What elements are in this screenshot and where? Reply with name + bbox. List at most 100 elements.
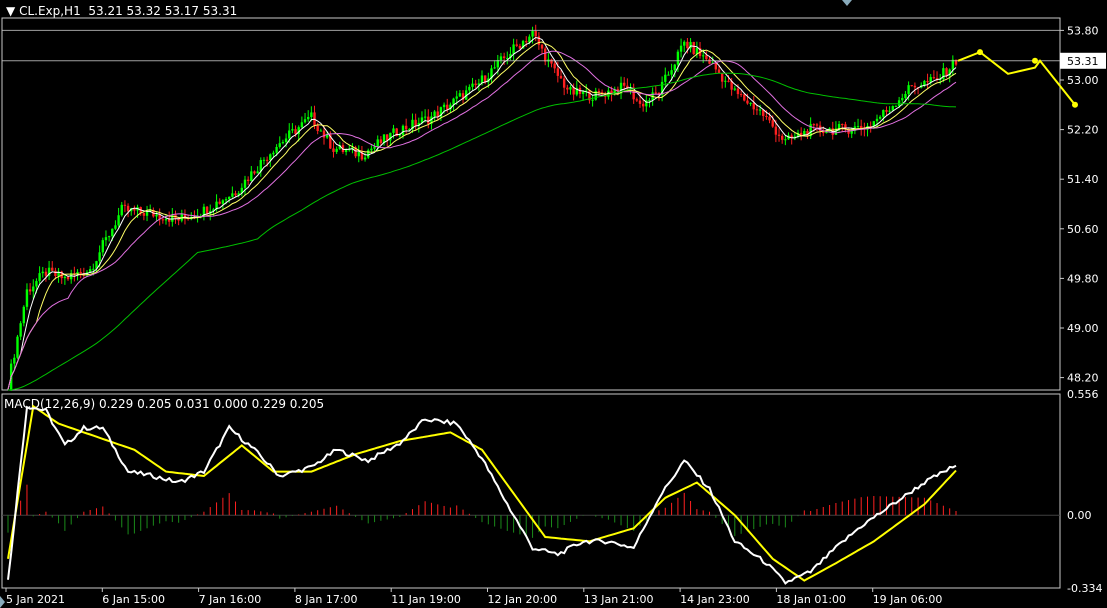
- price-tick-label: 53.00: [1067, 74, 1099, 87]
- moving-average-line: [7, 36, 957, 390]
- time-tick-label: 19 Jan 06:00: [873, 593, 943, 606]
- candle-body: [164, 218, 168, 221]
- price-tick-label: 50.60: [1067, 223, 1099, 236]
- candle-body: [114, 225, 117, 229]
- candle-body: [781, 135, 784, 140]
- candle-body: [357, 152, 360, 157]
- candle-body: [502, 56, 506, 59]
- candle-body: [250, 171, 253, 181]
- shift-marker-icon: [842, 0, 852, 6]
- candle-body: [904, 93, 907, 99]
- candle-body: [471, 83, 474, 87]
- candle-body: [256, 171, 259, 174]
- candle-body: [38, 273, 41, 282]
- candle-body: [161, 219, 165, 221]
- candle-body: [559, 75, 563, 79]
- candle-body: [104, 237, 108, 241]
- candle-body: [278, 143, 281, 147]
- candle-body: [404, 125, 408, 130]
- candle-body: [841, 124, 844, 126]
- candle-body: [932, 77, 936, 79]
- candle-body: [319, 130, 323, 132]
- candle-body: [218, 201, 221, 204]
- price-tick-label: 53.80: [1067, 24, 1099, 37]
- candle-body: [765, 116, 768, 118]
- macd-signal-line: [7, 404, 957, 582]
- candle-body: [837, 124, 841, 129]
- candle-body: [44, 271, 48, 276]
- candle-body: [243, 179, 247, 188]
- candle-body: [88, 269, 92, 273]
- macd-tick-label: -0.334: [1067, 582, 1102, 595]
- candle-body: [228, 196, 231, 200]
- candle-body: [755, 109, 759, 111]
- candle-body: [913, 85, 917, 88]
- candle-body: [442, 104, 446, 108]
- candle-body: [107, 236, 111, 238]
- time-tick-label: 8 Jan 17:00: [295, 593, 358, 606]
- candle-body: [664, 74, 667, 82]
- candle-body: [525, 41, 528, 43]
- candle-body: [269, 154, 272, 161]
- candle-body: [717, 69, 721, 74]
- candle-body: [35, 281, 38, 287]
- price-tick-label: 52.20: [1067, 124, 1099, 137]
- candle-body: [19, 323, 22, 337]
- candle-body: [231, 193, 234, 197]
- candle-body: [702, 55, 705, 57]
- candle-body: [667, 74, 670, 76]
- candle-body: [758, 109, 762, 111]
- candle-body: [401, 125, 405, 136]
- candle-body: [117, 215, 120, 226]
- candle-body: [856, 125, 860, 127]
- candle-body: [376, 139, 379, 147]
- candle-body: [692, 41, 695, 55]
- candle-body: [332, 148, 335, 152]
- candle-body: [512, 44, 515, 54]
- candle-body: [945, 68, 948, 76]
- candle-body: [25, 289, 29, 307]
- candle-body: [670, 70, 673, 75]
- candle-body: [480, 75, 484, 84]
- candle-body: [265, 159, 269, 161]
- price-tick-label: 49.80: [1067, 272, 1099, 285]
- candle-body: [724, 80, 727, 82]
- candle-body: [878, 116, 882, 119]
- candle-body: [474, 83, 477, 86]
- candle-body: [423, 116, 427, 118]
- candle-body: [111, 228, 114, 237]
- candle-body: [550, 59, 553, 64]
- candle-body: [705, 55, 708, 60]
- candle-body: [272, 152, 275, 155]
- candle-body: [777, 134, 781, 136]
- candle-body: [316, 125, 319, 132]
- candle-body: [120, 204, 123, 216]
- candle-body: [155, 214, 158, 217]
- candle-body: [774, 126, 778, 135]
- candle-body: [392, 128, 395, 133]
- candle-body: [648, 100, 651, 102]
- time-tick-label: 6 Jan 15:00: [102, 593, 165, 606]
- candle-body: [686, 41, 689, 49]
- forecast-arrow-head: [977, 49, 983, 56]
- candle-body: [370, 148, 373, 151]
- candle-body: [515, 44, 518, 46]
- candle-body: [363, 157, 367, 160]
- candle-body: [288, 130, 291, 139]
- candle-body: [540, 44, 544, 49]
- candle-body: [812, 124, 815, 126]
- candle-body: [398, 135, 402, 137]
- candle-body: [815, 124, 819, 126]
- candle-body: [32, 286, 35, 292]
- candle-body: [367, 150, 370, 158]
- price-tick-label: 49.00: [1067, 322, 1099, 335]
- candle-body: [752, 102, 755, 110]
- time-tick-label: 5 Jan 2021: [6, 593, 65, 606]
- candle-body: [654, 92, 657, 94]
- candle-body: [581, 91, 585, 94]
- candle-body: [544, 48, 547, 62]
- candle-body: [736, 88, 740, 95]
- candle-body: [910, 85, 913, 87]
- candle-body: [901, 98, 904, 101]
- candle-body: [414, 119, 417, 126]
